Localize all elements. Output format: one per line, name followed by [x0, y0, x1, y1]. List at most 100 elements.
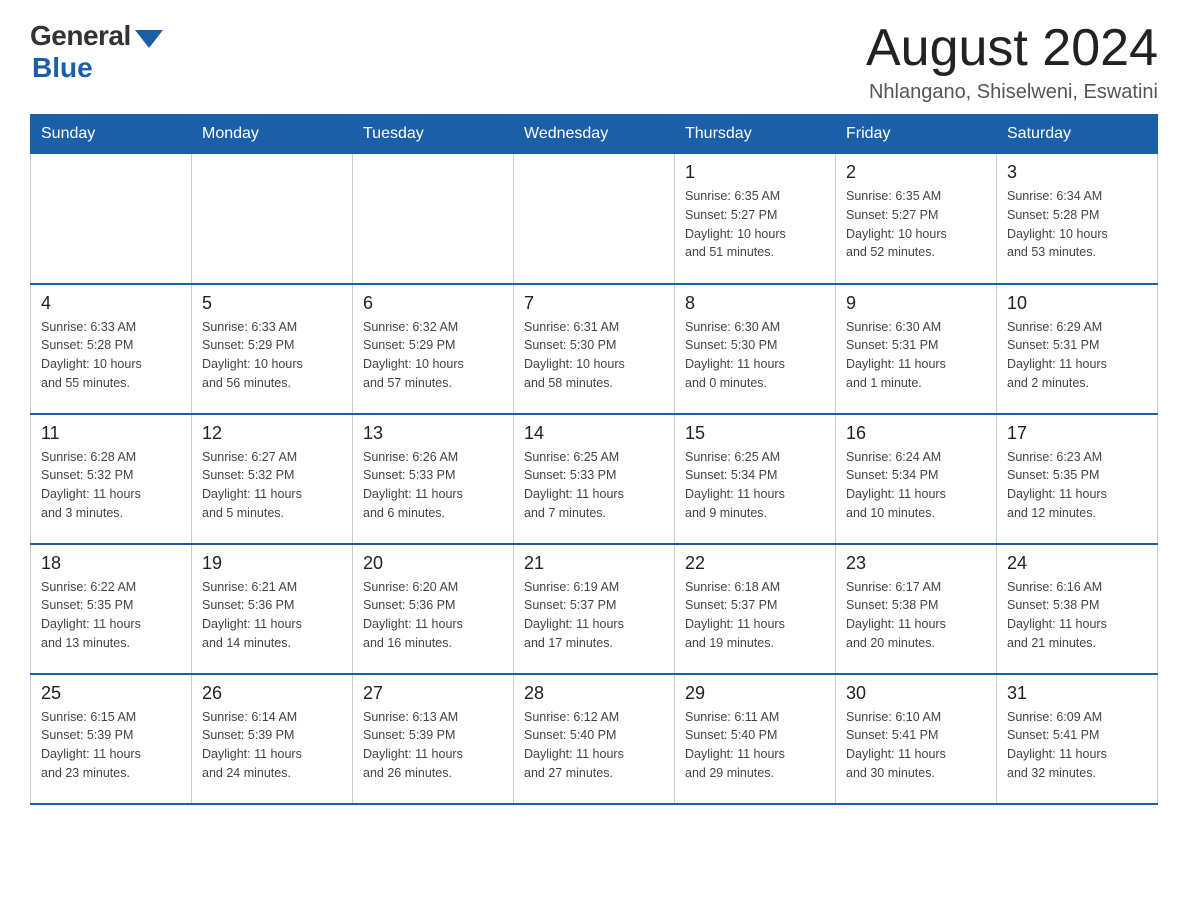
day-info: Sunrise: 6:34 AMSunset: 5:28 PMDaylight:…: [1007, 187, 1147, 262]
calendar-week-row: 1Sunrise: 6:35 AMSunset: 5:27 PMDaylight…: [31, 154, 1158, 284]
calendar-cell: 26 Sunrise: 6:14 AMSunset: 5:39 PMDayligh…: [192, 674, 353, 804]
day-number: 2: [846, 162, 986, 183]
day-number: 17: [1007, 423, 1147, 444]
day-info: Sunrise: 6:32 AMSunset: 5:29 PMDaylight:…: [363, 318, 503, 393]
day-number: 18: [41, 553, 181, 574]
calendar-cell: 20Sunrise: 6:20 AMSunset: 5:36 PMDayligh…: [353, 544, 514, 674]
day-number: 11: [41, 423, 181, 444]
calendar-cell: 4 Sunrise: 6:33 AMSunset: 5:28 PMDaylight…: [31, 284, 192, 414]
calendar-week-row: 4 Sunrise: 6:33 AMSunset: 5:28 PMDaylight…: [31, 284, 1158, 414]
day-info: Sunrise: 6:25 AMSunset: 5:33 PMDaylight:…: [524, 448, 664, 523]
calendar-cell: 7 Sunrise: 6:31 AMSunset: 5:30 PMDaylight…: [514, 284, 675, 414]
day-number: 4: [41, 293, 181, 314]
day-info: Sunrise: 6:26 AMSunset: 5:33 PMDaylight:…: [363, 448, 503, 523]
calendar-cell: 23 Sunrise: 6:17 AMSunset: 5:38 PMDayligh…: [836, 544, 997, 674]
calendar-cell: [31, 154, 192, 284]
day-info: Sunrise: 6:29 AMSunset: 5:31 PMDaylight:…: [1007, 318, 1147, 393]
calendar-cell: 17Sunrise: 6:23 AMSunset: 5:35 PMDayligh…: [997, 414, 1158, 544]
calendar-cell: [514, 154, 675, 284]
calendar-cell: [192, 154, 353, 284]
logo-blue-text: Blue: [32, 52, 93, 84]
day-info: Sunrise: 6:14 AMSunset: 5:39 PMDaylight:…: [202, 708, 342, 783]
day-number: 29: [685, 683, 825, 704]
calendar-cell: 14 Sunrise: 6:25 AMSunset: 5:33 PMDayligh…: [514, 414, 675, 544]
day-info: Sunrise: 6:13 AMSunset: 5:39 PMDaylight:…: [363, 708, 503, 783]
calendar-cell: 27 Sunrise: 6:13 AMSunset: 5:39 PMDayligh…: [353, 674, 514, 804]
calendar-cell: 8 Sunrise: 6:30 AMSunset: 5:30 PMDaylight…: [675, 284, 836, 414]
logo-general-text: General: [30, 20, 131, 52]
day-info: Sunrise: 6:22 AMSunset: 5:35 PMDaylight:…: [41, 578, 181, 653]
calendar-cell: 28Sunrise: 6:12 AMSunset: 5:40 PMDayligh…: [514, 674, 675, 804]
day-number: 14: [524, 423, 664, 444]
calendar-cell: 5 Sunrise: 6:33 AMSunset: 5:29 PMDaylight…: [192, 284, 353, 414]
calendar-header-monday: Monday: [192, 115, 353, 154]
day-info: Sunrise: 6:10 AMSunset: 5:41 PMDaylight:…: [846, 708, 986, 783]
calendar-header-friday: Friday: [836, 115, 997, 154]
calendar-cell: 25 Sunrise: 6:15 AMSunset: 5:39 PMDayligh…: [31, 674, 192, 804]
calendar-cell: 1Sunrise: 6:35 AMSunset: 5:27 PMDaylight…: [675, 154, 836, 284]
calendar-cell: 16Sunrise: 6:24 AMSunset: 5:34 PMDayligh…: [836, 414, 997, 544]
day-info: Sunrise: 6:33 AMSunset: 5:29 PMDaylight:…: [202, 318, 342, 393]
day-info: Sunrise: 6:35 AMSunset: 5:27 PMDaylight:…: [685, 187, 825, 262]
day-number: 24: [1007, 553, 1147, 574]
calendar-cell: 13 Sunrise: 6:26 AMSunset: 5:33 PMDayligh…: [353, 414, 514, 544]
day-info: Sunrise: 6:12 AMSunset: 5:40 PMDaylight:…: [524, 708, 664, 783]
day-info: Sunrise: 6:25 AMSunset: 5:34 PMDaylight:…: [685, 448, 825, 523]
day-number: 7: [524, 293, 664, 314]
day-info: Sunrise: 6:30 AMSunset: 5:30 PMDaylight:…: [685, 318, 825, 393]
day-info: Sunrise: 6:30 AMSunset: 5:31 PMDaylight:…: [846, 318, 986, 393]
day-number: 12: [202, 423, 342, 444]
day-number: 20: [363, 553, 503, 574]
day-info: Sunrise: 6:21 AMSunset: 5:36 PMDaylight:…: [202, 578, 342, 653]
calendar-header-tuesday: Tuesday: [353, 115, 514, 154]
day-info: Sunrise: 6:27 AMSunset: 5:32 PMDaylight:…: [202, 448, 342, 523]
calendar-cell: 9 Sunrise: 6:30 AMSunset: 5:31 PMDaylight…: [836, 284, 997, 414]
calendar-cell: 11 Sunrise: 6:28 AMSunset: 5:32 PMDayligh…: [31, 414, 192, 544]
day-info: Sunrise: 6:35 AMSunset: 5:27 PMDaylight:…: [846, 187, 986, 262]
day-number: 13: [363, 423, 503, 444]
calendar-header-row: SundayMondayTuesdayWednesdayThursdayFrid…: [31, 115, 1158, 154]
calendar-header-thursday: Thursday: [675, 115, 836, 154]
calendar-cell: 3Sunrise: 6:34 AMSunset: 5:28 PMDaylight…: [997, 154, 1158, 284]
day-info: Sunrise: 6:15 AMSunset: 5:39 PMDaylight:…: [41, 708, 181, 783]
calendar-cell: 19 Sunrise: 6:21 AMSunset: 5:36 PMDayligh…: [192, 544, 353, 674]
calendar-cell: 31Sunrise: 6:09 AMSunset: 5:41 PMDayligh…: [997, 674, 1158, 804]
day-number: 23: [846, 553, 986, 574]
page-header: General Blue August 2024 Nhlangano, Shis…: [30, 20, 1158, 104]
day-info: Sunrise: 6:09 AMSunset: 5:41 PMDaylight:…: [1007, 708, 1147, 783]
day-info: Sunrise: 6:28 AMSunset: 5:32 PMDaylight:…: [41, 448, 181, 523]
day-number: 10: [1007, 293, 1147, 314]
calendar-cell: [353, 154, 514, 284]
day-number: 25: [41, 683, 181, 704]
day-number: 27: [363, 683, 503, 704]
day-info: Sunrise: 6:19 AMSunset: 5:37 PMDaylight:…: [524, 578, 664, 653]
calendar-cell: 21Sunrise: 6:19 AMSunset: 5:37 PMDayligh…: [514, 544, 675, 674]
day-number: 9: [846, 293, 986, 314]
calendar-cell: 15 Sunrise: 6:25 AMSunset: 5:34 PMDayligh…: [675, 414, 836, 544]
month-title: August 2024: [866, 20, 1158, 77]
calendar-cell: 24 Sunrise: 6:16 AMSunset: 5:38 PMDayligh…: [997, 544, 1158, 674]
title-section: August 2024 Nhlangano, Shiselweni, Eswat…: [866, 20, 1158, 104]
calendar-cell: 18 Sunrise: 6:22 AMSunset: 5:35 PMDayligh…: [31, 544, 192, 674]
calendar-week-row: 25 Sunrise: 6:15 AMSunset: 5:39 PMDayligh…: [31, 674, 1158, 804]
calendar-header-saturday: Saturday: [997, 115, 1158, 154]
calendar-cell: 6 Sunrise: 6:32 AMSunset: 5:29 PMDaylight…: [353, 284, 514, 414]
day-number: 6: [363, 293, 503, 314]
day-info: Sunrise: 6:16 AMSunset: 5:38 PMDaylight:…: [1007, 578, 1147, 653]
location-text: Nhlangano, Shiselweni, Eswatini: [866, 81, 1158, 104]
day-number: 19: [202, 553, 342, 574]
day-info: Sunrise: 6:33 AMSunset: 5:28 PMDaylight:…: [41, 318, 181, 393]
calendar-cell: 2 Sunrise: 6:35 AMSunset: 5:27 PMDaylight…: [836, 154, 997, 284]
calendar-table: SundayMondayTuesdayWednesdayThursdayFrid…: [30, 114, 1158, 805]
day-number: 5: [202, 293, 342, 314]
calendar-cell: 29 Sunrise: 6:11 AMSunset: 5:40 PMDayligh…: [675, 674, 836, 804]
logo: General Blue: [30, 20, 163, 84]
day-number: 8: [685, 293, 825, 314]
day-info: Sunrise: 6:31 AMSunset: 5:30 PMDaylight:…: [524, 318, 664, 393]
day-number: 26: [202, 683, 342, 704]
day-number: 15: [685, 423, 825, 444]
calendar-header-wednesday: Wednesday: [514, 115, 675, 154]
day-info: Sunrise: 6:17 AMSunset: 5:38 PMDaylight:…: [846, 578, 986, 653]
calendar-cell: 30Sunrise: 6:10 AMSunset: 5:41 PMDayligh…: [836, 674, 997, 804]
day-info: Sunrise: 6:11 AMSunset: 5:40 PMDaylight:…: [685, 708, 825, 783]
